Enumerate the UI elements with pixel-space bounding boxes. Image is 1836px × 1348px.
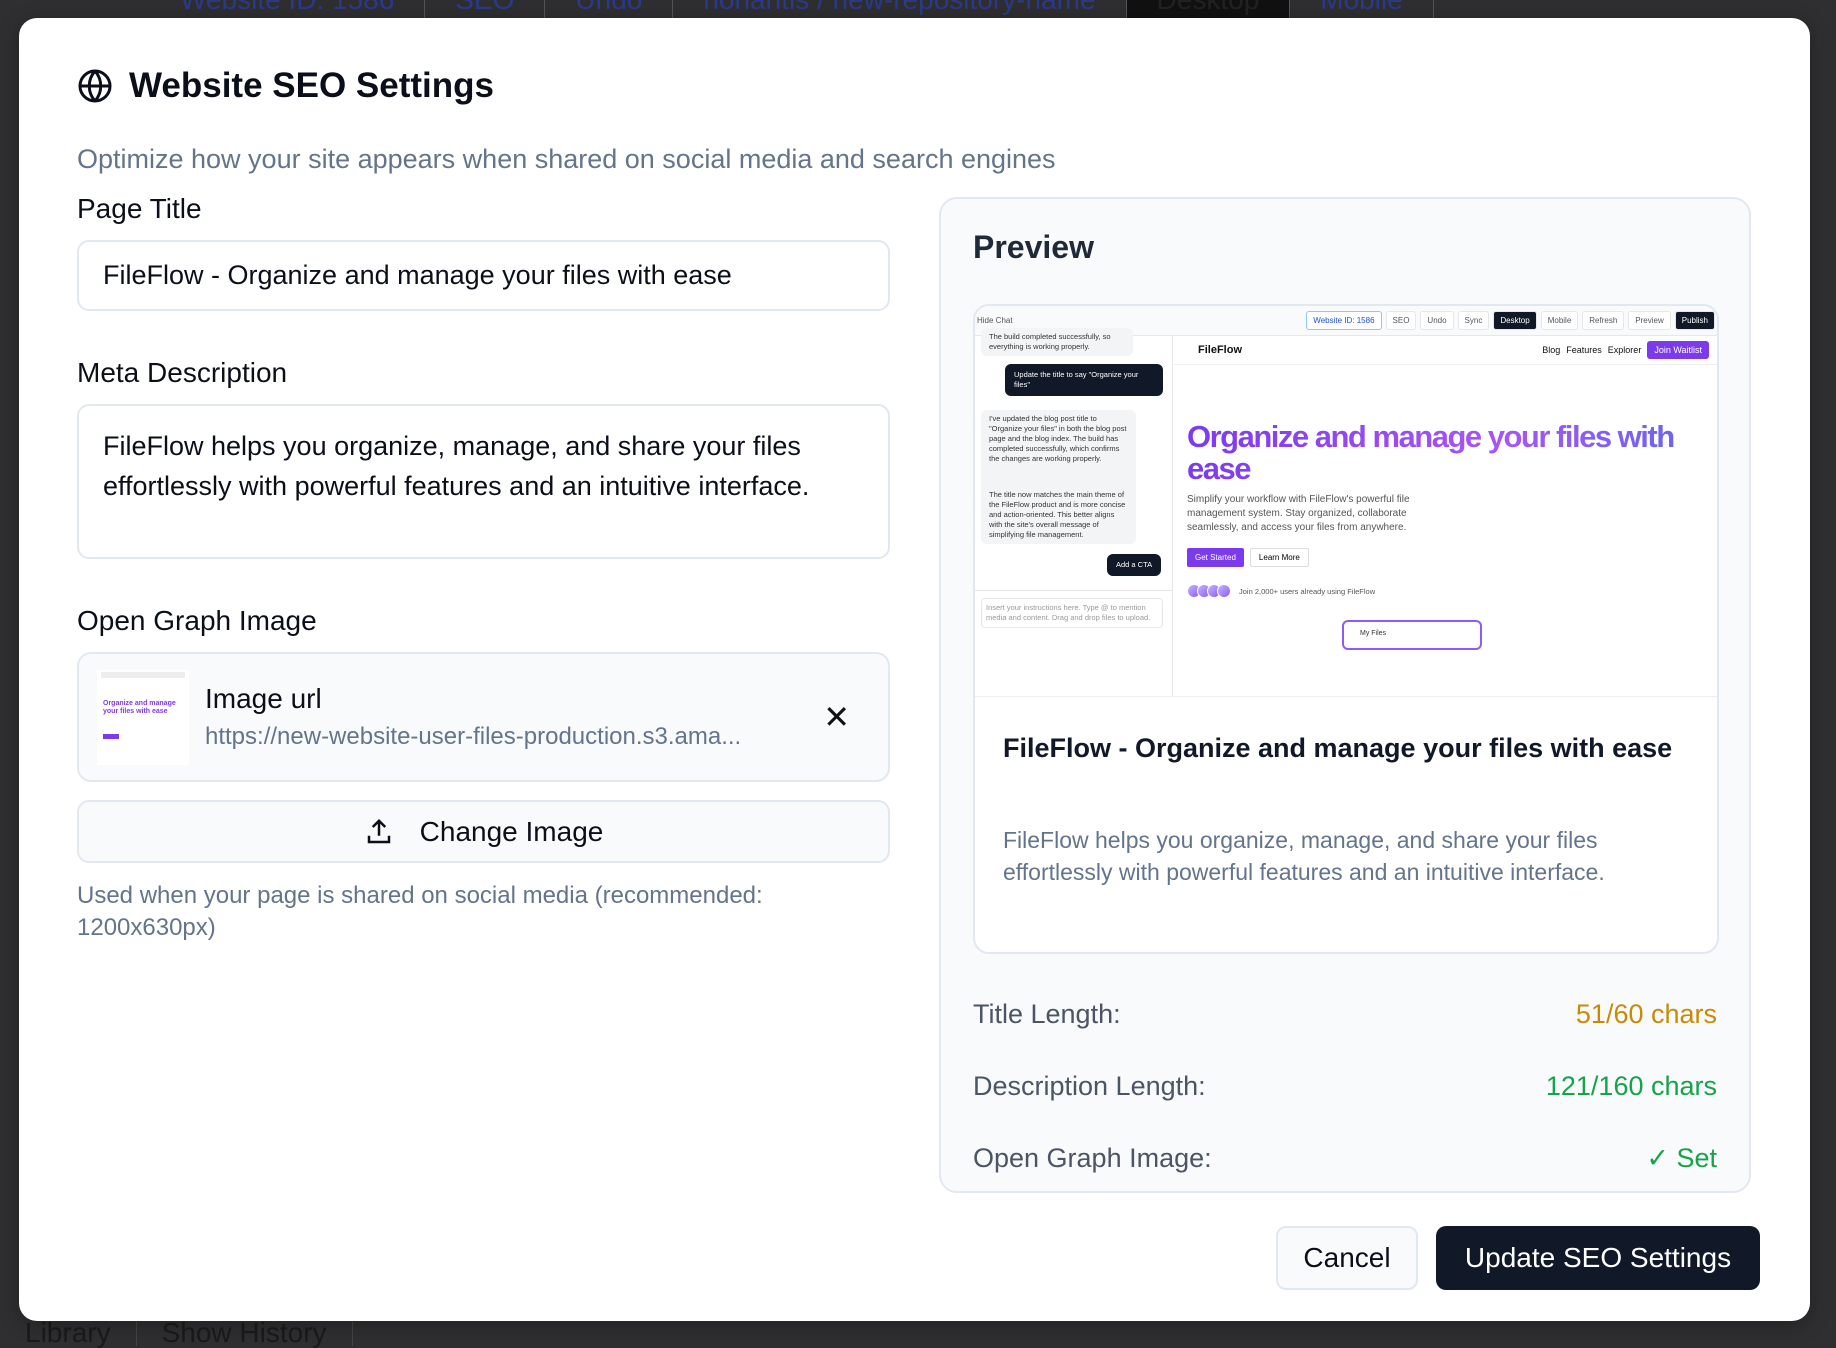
- og-image-name: Image url: [205, 683, 322, 714]
- dialog-title: Website SEO Settings: [129, 66, 494, 105]
- change-image-button[interactable]: Change Image: [77, 800, 890, 863]
- dialog-subtitle: Optimize how your site appears when shar…: [77, 144, 1056, 174]
- change-image-label: Change Image: [419, 815, 604, 847]
- stat-label: Description Length:: [973, 1071, 1206, 1101]
- stat-description-length: Description Length: 121/160 chars: [973, 1071, 1717, 1102]
- globe-icon: [78, 69, 112, 103]
- preview-screenshot: Hide Chat Website ID: 1586 SEO Undo Sync…: [975, 306, 1717, 697]
- ss-nav: Explorer: [1607, 345, 1642, 355]
- bg-show-history: Show History: [137, 1319, 353, 1347]
- og-image-label: Open Graph Image: [77, 605, 317, 636]
- thumbnail-hero: Organize and manage your files with ease: [103, 699, 176, 715]
- ss-nav: Features: [1566, 345, 1602, 355]
- bg-repo: nonantis / new-repository-name: [673, 0, 1127, 20]
- ss-chat-input: Insert your instructions here. Type @ to…: [981, 598, 1163, 628]
- screenshot-site: FileFlow Blog Features Explorer Join Wai…: [1174, 336, 1717, 696]
- remove-image-button[interactable]: ✕: [823, 698, 850, 736]
- ss-get-started: Get Started: [1187, 548, 1244, 567]
- ss-sync: Sync: [1457, 311, 1490, 330]
- bg-undo: Undo: [545, 0, 674, 20]
- upload-icon: [367, 818, 390, 843]
- page-title-label: Page Title: [77, 193, 202, 224]
- preview-panel: Preview Hide Chat Website ID: 1586 SEO U…: [939, 197, 1751, 1193]
- og-image-item: Organize and manage your files with ease…: [77, 652, 890, 782]
- ss-files-card: My Files: [1342, 620, 1482, 650]
- og-image-thumbnail: Organize and manage your files with ease: [97, 669, 189, 765]
- stat-label: Title Length:: [973, 999, 1121, 1029]
- stat-value: 121/160 chars: [1545, 1071, 1717, 1101]
- ss-chat-msg: The title now matches the main theme of …: [981, 486, 1136, 544]
- ss-publish: Publish: [1674, 311, 1715, 330]
- bg-mobile: Mobile: [1290, 0, 1434, 20]
- screenshot-chat: The build completed successfully, so eve…: [975, 328, 1173, 696]
- preview-heading: Preview: [973, 229, 1094, 265]
- bg-seo: SEO: [425, 0, 546, 20]
- social-preview-card: Hide Chat Website ID: 1586 SEO Undo Sync…: [973, 304, 1719, 954]
- bg-library: Library: [0, 1319, 137, 1347]
- meta-description-textarea[interactable]: FileFlow helps you organize, manage, and…: [77, 404, 890, 559]
- ss-join-waitlist: Join Waitlist: [1647, 341, 1709, 359]
- meta-description-label: Meta Description: [77, 357, 288, 388]
- background-toolbar: Website ID: 1586 SEO Undo nonantis / new…: [150, 0, 1836, 20]
- og-image-help: Used when your page is shared on social …: [77, 882, 763, 941]
- ss-hero: Organize and manage your files with ease: [1187, 421, 1707, 485]
- ss-chat-msg: The build completed successfully, so eve…: [981, 328, 1133, 356]
- ss-mobile: Mobile: [1540, 311, 1579, 330]
- ss-refresh: Refresh: [1582, 311, 1625, 330]
- ss-brand: FileFlow: [1198, 344, 1242, 356]
- ss-preview: Preview: [1628, 311, 1671, 330]
- page-title-input[interactable]: FileFlow - Organize and manage your file…: [77, 240, 890, 311]
- ss-social-proof: Join 2,000+ users already using FileFlow: [1187, 584, 1375, 598]
- stat-og-image: Open Graph Image: ✓ Set: [973, 1143, 1717, 1174]
- update-seo-settings-button[interactable]: Update SEO Settings: [1436, 1226, 1760, 1290]
- ss-social-proof-text: Join 2,000+ users already using FileFlow: [1239, 586, 1376, 596]
- ss-learn-more: Learn More: [1249, 548, 1309, 567]
- og-image-url: https://new-website-user-files-productio…: [205, 723, 742, 750]
- dialog-header: Website SEO Settings: [77, 66, 494, 106]
- ss-website-id: Website ID: 1586: [1306, 311, 1382, 330]
- ss-undo: Undo: [1420, 311, 1454, 330]
- cancel-button[interactable]: Cancel: [1276, 1226, 1418, 1290]
- seo-settings-dialog: Website SEO Settings Optimize how your s…: [19, 18, 1810, 1321]
- ss-hide-chat: Hide Chat: [977, 316, 1013, 325]
- stat-label: Open Graph Image:: [973, 1143, 1212, 1173]
- background-bottom-bar: Library Show History: [0, 1319, 353, 1347]
- stat-title-length: Title Length: 51/60 chars: [973, 999, 1717, 1030]
- ss-chat-msg: Update the title to say "Organize your f…: [1005, 364, 1163, 396]
- preview-card-title: FileFlow - Organize and manage your file…: [1003, 733, 1673, 763]
- ss-hero-sub: Simplify your workflow with FileFlow's p…: [1187, 494, 1410, 533]
- ss-seo: SEO: [1385, 311, 1417, 330]
- bg-desktop: Desktop: [1126, 0, 1291, 20]
- stat-value: ✓ Set: [1646, 1143, 1717, 1173]
- ss-nav: Blog: [1542, 345, 1561, 355]
- ss-desktop: Desktop: [1493, 311, 1537, 330]
- bg-website-id: Website ID: 1586: [150, 0, 426, 20]
- stat-value: 51/60 chars: [1575, 999, 1717, 1029]
- preview-card-description: FileFlow helps you organize, manage, and…: [1003, 827, 1605, 885]
- ss-chat-msg: Add a CTA: [1107, 554, 1162, 576]
